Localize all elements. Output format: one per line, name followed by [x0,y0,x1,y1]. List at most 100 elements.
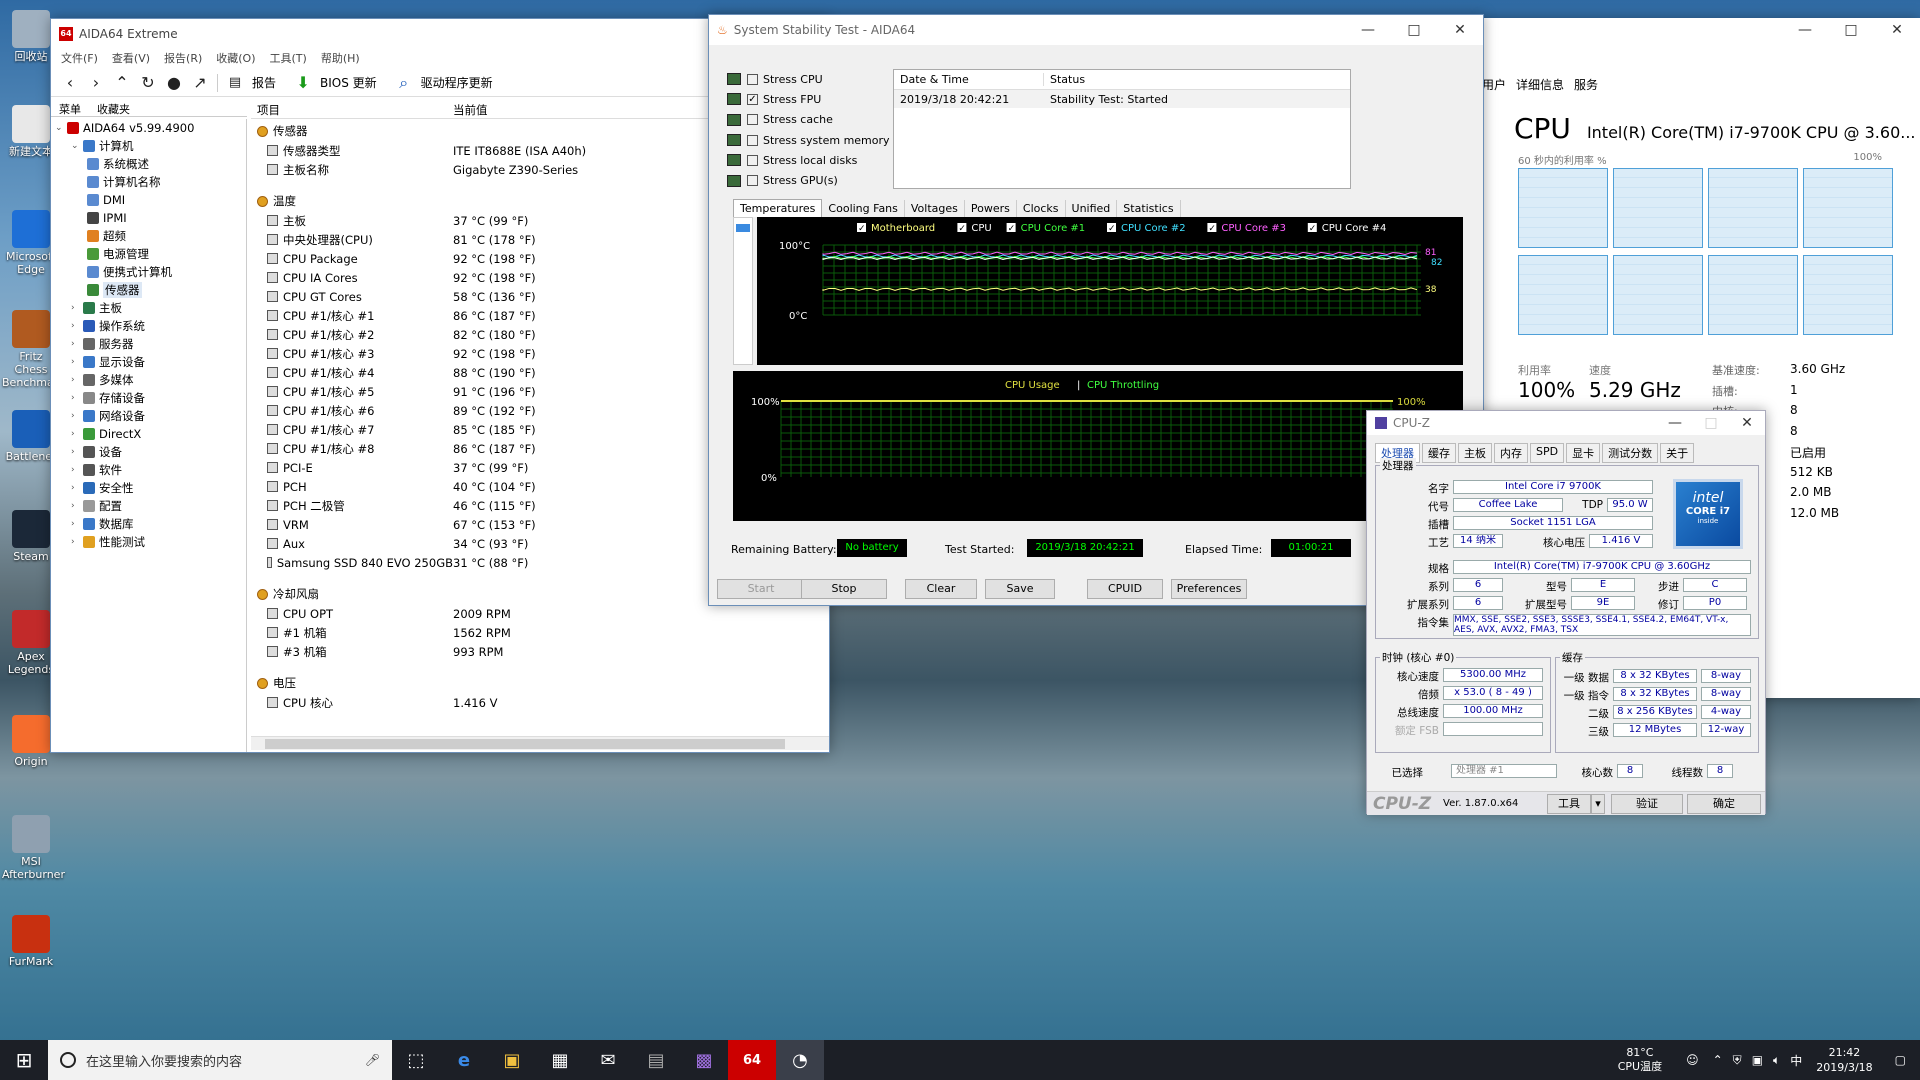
close-icon[interactable]: ✕ [1729,415,1765,431]
maximize-icon[interactable]: □ [1391,22,1437,38]
tree-item[interactable]: › 配置 [51,497,246,515]
tree-item[interactable]: › DirectX [51,425,246,443]
cpuz-titlebar[interactable]: CPU-Z — □ ✕ [1367,411,1765,435]
tree-expand-icon[interactable]: › [71,537,81,547]
processor-select[interactable]: 处理器 #1 [1451,764,1557,778]
cpuz-tab[interactable]: 关于 [1660,443,1695,463]
clock[interactable]: 21:42 2019/3/18 [1816,1045,1872,1075]
stability-titlebar[interactable]: ♨ System Stability Test - AIDA64 — □ ✕ [709,15,1483,45]
tab-favorites[interactable]: 收藏夹 [89,99,138,116]
tools-button[interactable]: 工具 [1547,794,1591,814]
mail-icon[interactable]: ✉ [584,1040,632,1080]
people-icon[interactable]: ☺ [1686,1053,1699,1067]
minimize-icon[interactable]: — [1345,22,1391,38]
desktop-icon[interactable]: FurMark [2,915,60,968]
stress-option[interactable]: Stress local disks [727,150,890,170]
tree-item[interactable]: › 多媒体 [51,371,246,389]
tree-item[interactable]: › 性能测试 [51,533,246,551]
back-icon[interactable]: ‹ [61,73,79,92]
microphone-icon[interactable]: 🎤︎ [365,1053,380,1067]
cpuz-tab[interactable]: SPD [1530,443,1565,463]
stress-option[interactable]: Stress system memory [727,130,890,150]
list-row[interactable]: CPU OPT 2009 RPM [251,604,829,623]
unchecked-checkbox[interactable] [747,114,758,126]
bios-update-button[interactable]: BIOS 更新 [320,74,377,91]
tree-item[interactable]: 超频 [51,227,246,245]
minimize-icon[interactable]: — [1657,415,1693,431]
task-view-icon[interactable]: ⬚ [392,1040,440,1080]
tree-item[interactable]: › 网络设备 [51,407,246,425]
tree-item[interactable]: 计算机名称 [51,173,246,191]
horizontal-scrollbar[interactable] [251,736,829,750]
tree-item[interactable]: 便携式计算机 [51,263,246,281]
app-taskbar-icon[interactable]: ▤ [632,1040,680,1080]
tree-expand-icon[interactable]: › [71,411,81,421]
scroll-thumb[interactable] [265,739,785,749]
start-button[interactable]: Start [717,579,805,599]
stress-option[interactable]: Stress CPU [727,69,890,89]
stress-option[interactable]: Stress cache [727,110,890,130]
driver-update-button[interactable]: 驱动程序更新 [421,74,493,91]
file-explorer-icon[interactable]: ▣ [488,1040,536,1080]
tree-item[interactable]: IPMI [51,209,246,227]
tree-expand-icon[interactable]: › [71,465,81,475]
menu-item[interactable]: 报告(R) [164,50,202,66]
cpuz-taskbar-icon[interactable]: ▩ [680,1040,728,1080]
cpuz-tab[interactable]: 测试分数 [1602,443,1659,463]
aida64-taskbar-icon[interactable]: 64 [728,1040,776,1080]
tree-expand-icon[interactable]: › [71,303,81,313]
taskbar-search-box[interactable]: 在这里输入你要搜索的内容 🎤︎ [48,1040,392,1080]
user-icon[interactable]: ● [165,73,183,92]
list-row[interactable]: #3 机箱 993 RPM [251,642,829,661]
graph-tab[interactable]: Voltages [905,200,965,217]
graph-tab[interactable]: Unified [1066,200,1118,217]
stress-option[interactable]: Stress GPU(s) [727,170,890,190]
maximize-icon[interactable]: □ [1828,22,1874,38]
graph-tab[interactable]: Clocks [1017,200,1066,217]
gauge-taskbar-icon[interactable]: ◔ [776,1040,824,1080]
maximize-icon[interactable]: □ [1693,415,1729,431]
tree-item[interactable]: › 设备 [51,443,246,461]
list-row[interactable]: #1 机箱 1562 RPM [251,623,829,642]
menu-item[interactable]: 查看(V) [112,50,150,66]
menu-item[interactable]: 收藏(O) [216,50,255,66]
tree-item[interactable]: › 软件 [51,461,246,479]
tree-expand-icon[interactable]: › [71,429,81,439]
unchecked-checkbox[interactable] [747,154,758,166]
minimize-icon[interactable]: — [1782,22,1828,38]
menu-item[interactable]: 文件(F) [61,50,98,66]
desktop-icon[interactable]: MSI Afterburner [2,815,65,881]
tree-expand-icon[interactable]: › [71,357,81,367]
tree-expand-icon[interactable]: › [71,339,81,349]
tree-item[interactable]: › 显示设备 [51,353,246,371]
store-icon[interactable]: ▦ [536,1040,584,1080]
tree-item[interactable]: ⌄ 计算机 [51,137,246,155]
save-button[interactable]: Save [985,579,1055,599]
tab-side-scroll[interactable] [733,217,753,365]
checked-checkbox[interactable]: ✓ [747,93,758,105]
list-section[interactable]: 电压 [251,673,829,693]
tree-item[interactable]: › 存储设备 [51,389,246,407]
column-item[interactable]: 项目 [251,102,453,118]
up-icon[interactable]: ⌃ [113,73,131,92]
tab-details[interactable]: 详细信息 [1516,76,1564,93]
log-col-status[interactable]: Status [1044,73,1085,86]
unchecked-checkbox[interactable] [747,134,758,146]
graph-tab[interactable]: Temperatures [733,199,823,217]
tree-expand-icon[interactable]: › [71,483,81,493]
tree-item[interactable]: › 操作系统 [51,317,246,335]
cpuz-tab[interactable]: 缓存 [1422,443,1456,463]
chevron-up-icon[interactable]: ⌃ [1713,1053,1723,1067]
graph-tab[interactable]: Cooling Fans [822,200,905,217]
tree-item[interactable]: 传感器 [51,281,246,299]
preferences-button[interactable]: Preferences [1171,579,1247,599]
tree-collapse-icon[interactable]: ⌄ [55,123,65,133]
graph-tab[interactable]: Statistics [1117,200,1181,217]
tree-item[interactable]: DMI [51,191,246,209]
ok-button[interactable]: 确定 [1687,794,1761,814]
list-row[interactable]: CPU 核心 1.416 V [251,693,829,712]
cpu-temp-tray[interactable]: 81°C CPU温度 [1618,1046,1662,1074]
tree-expand-icon[interactable]: › [71,375,81,385]
notification-icon[interactable]: ▢ [1895,1053,1906,1067]
clear-button[interactable]: Clear [905,579,977,599]
